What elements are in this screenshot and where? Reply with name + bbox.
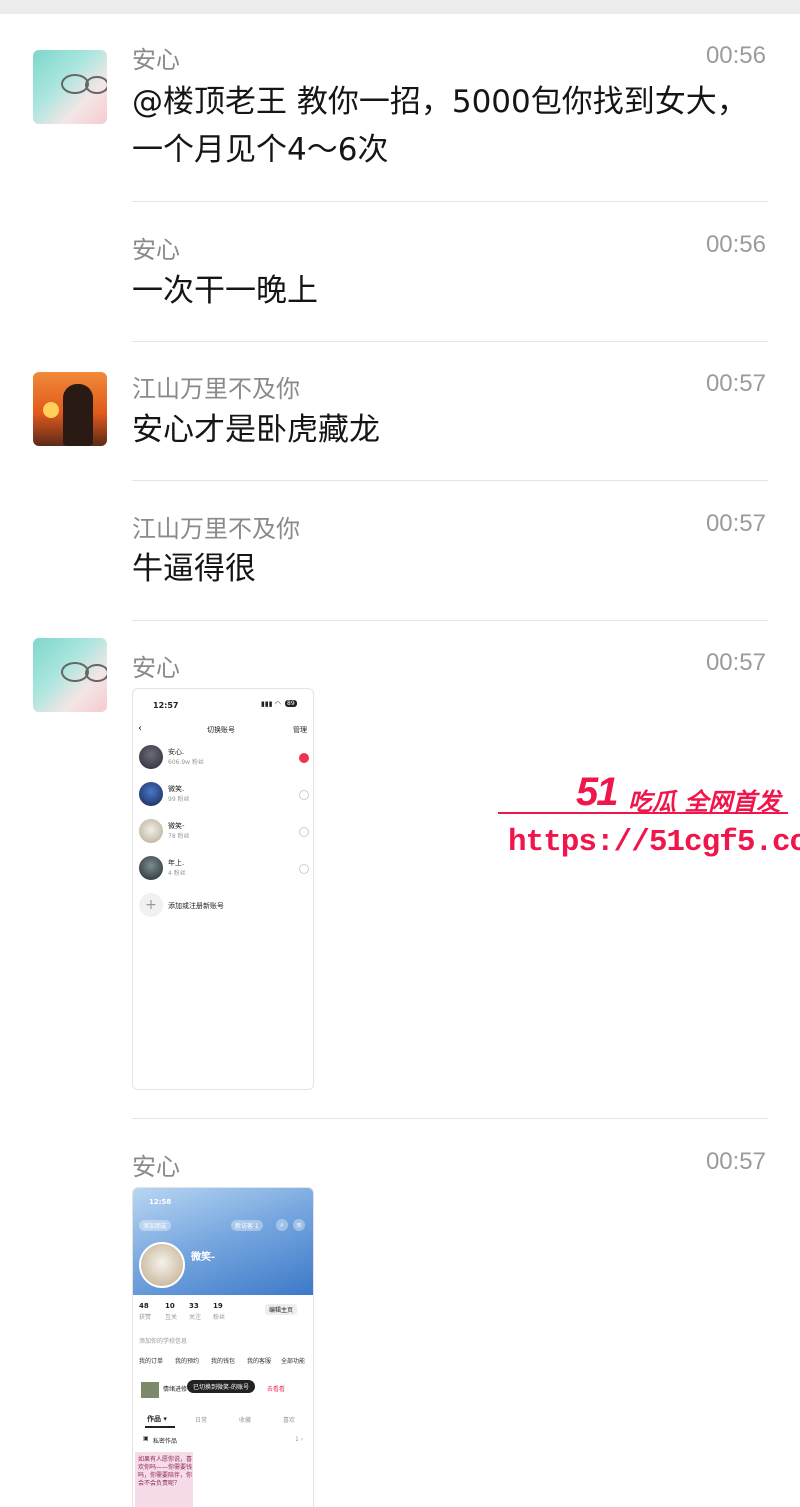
private-count: 1 › bbox=[295, 1436, 304, 1443]
image-attachment[interactable]: 12:57 ▮▮▮ ◠ 89 ‹ 切换账号 管理 安心. 606.9w 粉丝 微… bbox=[132, 688, 314, 1090]
tool-wallet: 我的钱包 bbox=[211, 1358, 236, 1365]
manage-link: 管理 bbox=[293, 726, 307, 734]
stat-label: 关注 bbox=[189, 1314, 202, 1321]
phone-clock: 12:58 bbox=[149, 1198, 172, 1206]
message-time: 00:57 bbox=[705, 1148, 766, 1175]
message-text[interactable]: 一次干一晚上 bbox=[132, 267, 772, 315]
edit-profile-button: 编辑主页 bbox=[265, 1304, 298, 1315]
glasses-icon bbox=[85, 76, 107, 94]
tool-service: 我的客服 bbox=[247, 1358, 272, 1365]
profile-avatar bbox=[139, 1242, 185, 1288]
banner-title: 情绪进修 bbox=[163, 1386, 188, 1393]
tab-works: 作品 ▾ bbox=[147, 1415, 167, 1423]
stat-number: 33 bbox=[189, 1302, 199, 1310]
plus-icon: + bbox=[139, 893, 163, 917]
lock-icon: ▣ bbox=[143, 1435, 149, 1442]
account-name: 微笑. bbox=[168, 785, 185, 793]
account-name: 微笑- bbox=[168, 822, 185, 830]
add-friend-button: 添加朋友 bbox=[139, 1220, 172, 1231]
message-time: 00:56 bbox=[705, 42, 766, 69]
account-avatar bbox=[139, 819, 163, 843]
toast: 已切换到微笑-的账号 bbox=[187, 1380, 256, 1393]
back-icon: ‹ bbox=[138, 723, 142, 734]
tool-booking: 我的预约 bbox=[175, 1358, 200, 1365]
message-time: 00:57 bbox=[705, 649, 766, 676]
watermark-url: https://51cgf5.com bbox=[508, 825, 800, 860]
message-time: 00:57 bbox=[705, 370, 766, 397]
avatar[interactable] bbox=[33, 50, 107, 124]
stat-label: 互关 bbox=[165, 1314, 178, 1321]
divider bbox=[132, 341, 768, 342]
message-text[interactable]: 牛逼得很 bbox=[132, 545, 772, 593]
private-works-label: 私密作品 bbox=[153, 1438, 178, 1445]
account-name: 安心. bbox=[168, 748, 185, 756]
tool-order: 我的订单 bbox=[139, 1358, 164, 1365]
menu-icon: ≡ bbox=[293, 1219, 305, 1231]
account-sub: 99 粉丝 bbox=[168, 796, 190, 803]
tab-underline bbox=[145, 1426, 175, 1428]
top-status-strip bbox=[0, 0, 800, 14]
avatar[interactable] bbox=[33, 638, 107, 712]
radio-icon bbox=[299, 864, 309, 874]
screen-title: 切换账号 bbox=[207, 726, 235, 734]
divider bbox=[132, 1118, 768, 1119]
divider bbox=[132, 620, 768, 621]
watermark-line bbox=[498, 812, 788, 814]
message-time: 00:57 bbox=[705, 510, 766, 537]
banner-tag: 去看看 bbox=[267, 1386, 286, 1393]
sender-name[interactable]: 安心 bbox=[132, 1147, 180, 1182]
watermark-brand: 51 bbox=[576, 770, 618, 814]
tab-collect: 收藏 bbox=[239, 1417, 252, 1424]
divider bbox=[132, 201, 768, 202]
stat-label: 获赞 bbox=[139, 1314, 152, 1321]
account-sub: 606.9w 粉丝 bbox=[168, 759, 204, 766]
account-avatar bbox=[139, 856, 163, 880]
stat-number: 19 bbox=[213, 1302, 223, 1310]
account-avatar bbox=[139, 782, 163, 806]
sender-name[interactable]: 安心 bbox=[132, 230, 180, 265]
image-attachment[interactable]: 12:58 添加朋友 新访客 1 ⌕ ≡ 微笑- 48 获赞 10 互关 33 … bbox=[132, 1187, 314, 1507]
sender-name[interactable]: 安心 bbox=[132, 40, 180, 75]
post-thumbnail: 如果有人愿你说，喜欢你吗——你需要钱吗，你需要陪伴，你会不会负责呢？ bbox=[135, 1452, 193, 1507]
battery-icon: 89 bbox=[285, 700, 297, 707]
post-text: 如果有人愿你说，喜欢你吗——你需要钱吗，你需要陪伴，你会不会负责呢？ bbox=[138, 1456, 193, 1487]
profile-name: 微笑- bbox=[191, 1252, 216, 1263]
tab-daily: 日常 bbox=[195, 1417, 208, 1424]
signal-icon: ▮▮▮ ◠ bbox=[261, 700, 281, 708]
search-icon: ⌕ bbox=[276, 1219, 288, 1231]
tab-like: 喜欢 bbox=[283, 1417, 296, 1424]
stat-number: 10 bbox=[165, 1302, 175, 1310]
person-silhouette-icon bbox=[63, 384, 93, 446]
banner-thumb bbox=[141, 1382, 159, 1398]
divider bbox=[132, 480, 768, 481]
stat-number: 48 bbox=[139, 1302, 149, 1310]
selected-check-icon bbox=[299, 753, 309, 763]
phone-clock: 12:57 bbox=[153, 701, 179, 710]
avatar[interactable] bbox=[33, 372, 107, 446]
message-time: 00:56 bbox=[705, 231, 766, 258]
sender-name[interactable]: 安心 bbox=[132, 648, 180, 683]
glasses-icon bbox=[85, 664, 107, 682]
stat-label: 粉丝 bbox=[213, 1314, 226, 1321]
visitors-button: 新访客 1 bbox=[231, 1220, 263, 1231]
tool-all: 全部功能 bbox=[281, 1358, 306, 1365]
account-avatar bbox=[139, 745, 163, 769]
sun-icon bbox=[43, 402, 59, 418]
sender-name[interactable]: 江山万里不及你 bbox=[132, 369, 300, 404]
school-intro: 添加你的学校信息 bbox=[139, 1338, 188, 1345]
account-sub: 4 粉丝 bbox=[168, 870, 186, 877]
add-account-label: 添加或注册新账号 bbox=[168, 902, 224, 910]
sender-name[interactable]: 江山万里不及你 bbox=[132, 509, 300, 544]
radio-icon bbox=[299, 827, 309, 837]
message-text[interactable]: 安心才是卧虎藏龙 bbox=[132, 406, 772, 454]
watermark: 51 吃瓜 全网首发 https://51cgf5.com bbox=[498, 770, 800, 870]
account-sub: 78 粉丝 bbox=[168, 833, 190, 840]
message-text[interactable]: @楼顶老王 教你一招，5000包你找到女大，一个月见个4～6次 bbox=[132, 78, 772, 174]
account-name: 年上. bbox=[168, 859, 185, 867]
radio-icon bbox=[299, 790, 309, 800]
